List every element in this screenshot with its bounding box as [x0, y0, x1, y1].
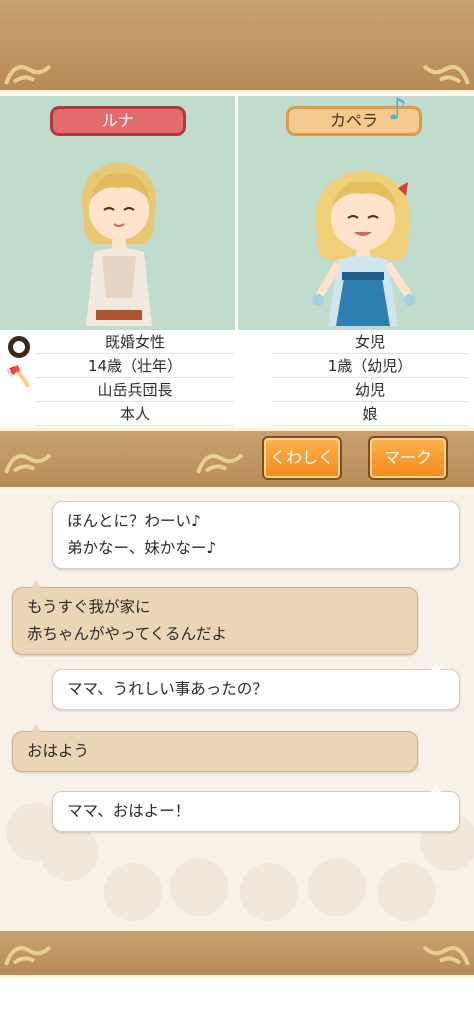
- message-line: 弟かなー、妹かなー♪: [67, 539, 217, 557]
- info-job: 山岳兵団長: [36, 378, 234, 402]
- character-info-table: 🪓 既婚女性 14歳（壮年） 山岳兵団長 本人 女児 1歳（幼児） 幼児 娘: [0, 330, 474, 428]
- name-tag-luna: ルナ: [50, 106, 186, 136]
- ring-icon: [8, 336, 30, 358]
- chat-bubble-child: ママ、うれしい事あったの？: [52, 662, 460, 710]
- chat-bubble-child: ほんとに？わーい♪ 弟かなー、妹かなー♪: [52, 501, 460, 569]
- message-line: もうすぐ我が家に: [27, 598, 151, 616]
- info-age: 14歳（壮年）: [36, 354, 234, 378]
- message-line: ママ、おはよー！: [67, 802, 191, 820]
- message-line: ママ、うれしい事あったの？: [67, 680, 268, 698]
- character-portrait-luna: [64, 148, 174, 330]
- bottom-strip: [0, 978, 474, 1024]
- character-portrait-capella: [298, 148, 428, 330]
- ornament-right: [420, 937, 470, 969]
- music-note-icon: ♪: [388, 92, 408, 127]
- character-panel-luna: ルナ: [0, 96, 236, 330]
- chat-bubble-child: ママ、おはよー！: [52, 784, 460, 832]
- info-relation: 本人: [36, 402, 234, 426]
- character-panel-capella: カペラ ♪: [238, 92, 474, 330]
- detail-button[interactable]: くわしく: [262, 436, 342, 480]
- message-line: ほんとに？わーい♪: [67, 512, 201, 530]
- ornament-right: [420, 56, 470, 88]
- info-marital: 既婚女性: [36, 330, 234, 354]
- chat-bubble-mother: もうすぐ我が家に 赤ちゃんがやってくるんだよ: [12, 580, 418, 655]
- chat-log[interactable]: ほんとに？わーい♪ 弟かなー、妹かなー♪ もうすぐ我が家に 赤ちゃんがやってくる…: [0, 493, 474, 928]
- ornament-center: [196, 445, 246, 477]
- background-menu-icon: [240, 863, 298, 921]
- footer-band: [0, 928, 474, 978]
- chat-bubble-mother: おはよう: [12, 724, 418, 772]
- info-marital: 女児: [272, 330, 468, 354]
- info-age: 1歳（幼児）: [272, 354, 468, 378]
- message-line: おはよう: [27, 742, 90, 760]
- info-column-luna: 既婚女性 14歳（壮年） 山岳兵団長 本人: [36, 330, 234, 426]
- info-column-capella: 女児 1歳（幼児） 幼児 娘: [272, 330, 468, 426]
- info-relation: 娘: [272, 402, 468, 426]
- background-menu-icon: [104, 863, 162, 921]
- ornament-left: [4, 937, 54, 969]
- message-line: 赤ちゃんがやってくるんだよ: [27, 625, 227, 643]
- background-menu-icon: [378, 863, 436, 921]
- background-menu-icon: [308, 858, 366, 916]
- ornament-left: [4, 445, 54, 477]
- mark-button[interactable]: マーク: [368, 436, 448, 480]
- background-menu-icon: [170, 858, 228, 916]
- ornament-left: [4, 56, 54, 88]
- axe-icon: 🪓: [6, 364, 31, 388]
- header-band: [0, 0, 474, 93]
- info-job: 幼児: [272, 378, 468, 402]
